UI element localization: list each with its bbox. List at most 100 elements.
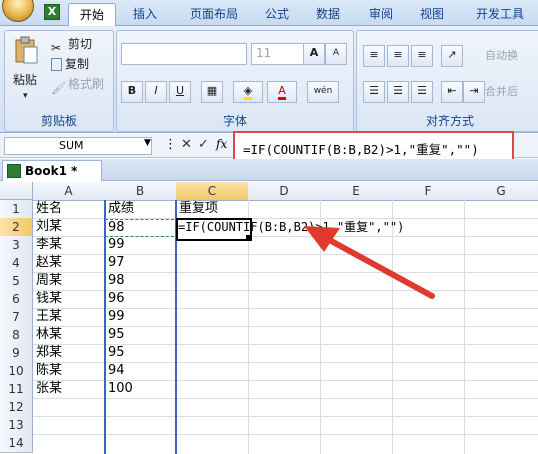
cell-b10[interactable]: 94	[106, 362, 125, 380]
cell-a2[interactable]: 刘某	[34, 218, 62, 236]
more-icon: ⋮	[164, 137, 177, 152]
cell-a1[interactable]: 姓名	[34, 200, 62, 218]
row-header-12[interactable]: 12	[0, 398, 33, 417]
copy-button[interactable]: 复制	[51, 55, 89, 73]
row-header-11[interactable]: 11	[0, 380, 33, 399]
cancel-icon[interactable]: ✕	[181, 137, 192, 152]
row-header-10[interactable]: 10	[0, 362, 33, 381]
row-header-14[interactable]: 14	[0, 434, 33, 453]
tab-review[interactable]: 审阅	[360, 3, 402, 26]
enter-icon[interactable]: ✓	[198, 137, 209, 152]
decrease-indent-icon[interactable]: ⇤	[441, 81, 463, 103]
border-icon: ▦	[206, 84, 218, 97]
row-header-5[interactable]: 5	[0, 272, 33, 291]
paste-dropdown-icon[interactable]: ▾	[23, 87, 28, 105]
font-group: 11 A A B I U ▦ ◈ A wén 字体	[116, 30, 354, 132]
paste-icon[interactable]	[13, 35, 39, 65]
row-header-2[interactable]: 2	[0, 218, 33, 237]
tab-formulas[interactable]: 公式	[256, 3, 298, 26]
cell-b1[interactable]: 成绩	[106, 200, 134, 218]
function-icon[interactable]: fx	[216, 137, 227, 151]
row-header-3[interactable]: 3	[0, 236, 33, 255]
column-header-e[interactable]: E	[320, 182, 393, 201]
align-right-icon[interactable]: ☰	[411, 81, 433, 103]
shrink-font-button[interactable]: A	[325, 43, 347, 65]
increase-indent-icon[interactable]: ⇥	[463, 81, 485, 103]
orientation-icon[interactable]: ↗	[441, 45, 463, 67]
cell-c2-editing[interactable]: =IF(COUNTIF(B:B,B2)>1,"重复","")	[176, 218, 404, 241]
tab-view[interactable]: 视图	[410, 3, 454, 26]
font-group-label: 字体	[222, 114, 247, 128]
row-header-9[interactable]: 9	[0, 344, 33, 363]
paint-bucket-icon: ◈	[243, 84, 253, 100]
bold-button[interactable]: B	[121, 81, 143, 103]
formula-input[interactable]: =IF(COUNTIF(B:B,B2)>1,"重复","")	[243, 139, 479, 158]
column-header-a[interactable]: A	[33, 182, 105, 201]
column-header-f[interactable]: F	[392, 182, 465, 201]
border-button[interactable]: ▦	[201, 81, 223, 103]
align-middle-icon[interactable]: ≡	[387, 45, 409, 67]
font-size-select[interactable]: 11	[251, 43, 305, 65]
row-header-8[interactable]: 8	[0, 326, 33, 345]
align-left-icon[interactable]: ☰	[363, 81, 385, 103]
align-center-icon[interactable]: ☰	[387, 81, 409, 103]
row-header-6[interactable]: 6	[0, 290, 33, 309]
name-box[interactable]: SUM	[4, 137, 152, 155]
cell-a5[interactable]: 周某	[34, 272, 62, 290]
italic-button[interactable]: I	[145, 81, 167, 103]
cell-b2[interactable]: 98	[105, 219, 179, 237]
cell-a9[interactable]: 郑某	[34, 344, 62, 362]
cut-button[interactable]: ✂ 剪切	[51, 35, 92, 55]
cell-b7[interactable]: 99	[106, 308, 125, 326]
merge-center-button[interactable]: 合并后	[485, 83, 518, 101]
select-all-corner[interactable]	[0, 182, 33, 200]
fill-handle[interactable]	[246, 235, 250, 239]
row-header-1[interactable]: 1	[0, 200, 33, 219]
brush-icon: 🖌	[51, 80, 67, 95]
tab-developer[interactable]: 开发工具	[466, 3, 534, 26]
fill-color-button[interactable]: ◈	[233, 81, 263, 103]
cell-b4[interactable]: 97	[106, 254, 125, 272]
row-header-4[interactable]: 4	[0, 254, 33, 273]
font-color-button[interactable]: A	[267, 81, 297, 103]
gridline	[33, 398, 538, 399]
align-top-icon[interactable]: ≡	[363, 45, 385, 67]
cell-b5[interactable]: 98	[106, 272, 125, 290]
column-header-b[interactable]: B	[104, 182, 177, 201]
underline-button[interactable]: U	[169, 81, 191, 103]
align-bottom-icon[interactable]: ≡	[411, 45, 433, 67]
workbook-tab[interactable]: Book1 *	[2, 160, 102, 181]
row-header-13[interactable]: 13	[0, 416, 33, 435]
format-painter-button[interactable]: 🖌 格式刷	[51, 75, 104, 95]
font-name-select[interactable]	[121, 43, 247, 65]
column-header-c[interactable]: C	[176, 182, 249, 201]
phonetic-button[interactable]: wén	[307, 81, 339, 103]
tab-home[interactable]: 开始	[68, 3, 116, 27]
office-button[interactable]	[2, 0, 34, 22]
cell-b3[interactable]: 99	[106, 236, 125, 254]
cell-b9[interactable]: 95	[106, 344, 125, 362]
alignment-group: ≡ ≡ ≡ ↗ ☰ ☰ ☰ ⇤ ⇥ 自动换 合并后 对齐方式	[356, 30, 538, 132]
grow-font-button[interactable]: A	[303, 43, 325, 65]
cell-a4[interactable]: 赵某	[34, 254, 62, 272]
cell-b8[interactable]: 95	[106, 326, 125, 344]
cell-b6[interactable]: 96	[106, 290, 125, 308]
cell-a7[interactable]: 王某	[34, 308, 62, 326]
column-header-d[interactable]: D	[248, 182, 321, 201]
row-header-7[interactable]: 7	[0, 308, 33, 327]
column-header-g[interactable]: G	[464, 182, 538, 201]
spreadsheet-grid[interactable]: A B C D E F G 1 2 3 4 5 6 7 8 9 10 11 12…	[0, 182, 538, 454]
tab-page-layout[interactable]: 页面布局	[178, 3, 250, 26]
excel-icon[interactable]: X	[44, 4, 60, 20]
name-box-dropdown-icon[interactable]: ▼	[144, 138, 151, 148]
tab-data[interactable]: 数据	[306, 3, 350, 26]
cell-a10[interactable]: 陈某	[34, 362, 62, 380]
tab-insert[interactable]: 插入	[124, 3, 166, 26]
cell-a6[interactable]: 钱某	[34, 290, 62, 308]
cell-b11[interactable]: 100	[106, 380, 133, 398]
cell-a8[interactable]: 林某	[34, 326, 62, 344]
wrap-text-button[interactable]: 自动换	[485, 47, 518, 65]
cell-a3[interactable]: 李某	[34, 236, 62, 254]
cell-a11[interactable]: 张某	[34, 380, 62, 398]
cell-c1[interactable]: 重复项	[177, 200, 218, 218]
